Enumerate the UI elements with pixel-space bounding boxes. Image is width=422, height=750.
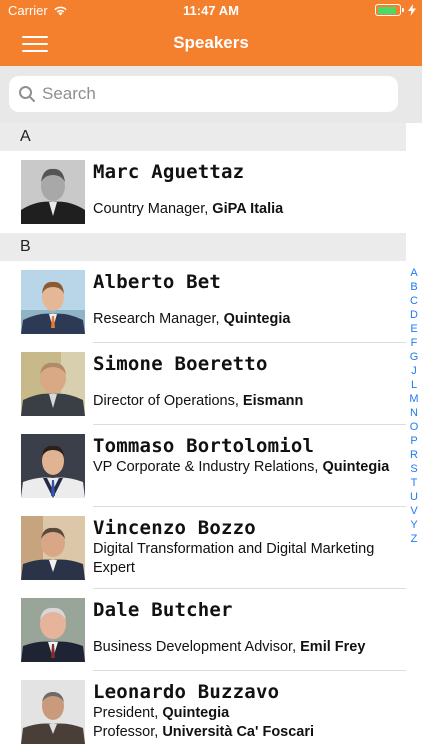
avatar	[21, 516, 85, 580]
index-letter-s[interactable]: S	[410, 462, 417, 476]
speaker-name: Leonardo Buzzavo	[93, 681, 280, 703]
index-letter-p[interactable]: P	[410, 434, 417, 448]
speaker-company: Quintegia	[162, 705, 230, 721]
speaker-row-dale-butcher[interactable]: Dale Butcher Business Development Adviso…	[0, 589, 406, 671]
speaker-role: President, Quintegia Professor, Universi…	[93, 705, 315, 740]
speaker-row-marc-aguettaz[interactable]: Marc Aguettaz Country Manager, GiPA Ital…	[0, 151, 406, 233]
index-letter-e[interactable]: E	[410, 322, 417, 336]
avatar	[21, 270, 85, 334]
index-letter-r[interactable]: R	[410, 448, 418, 462]
speaker-role: Director of Operations, Eismann	[93, 393, 304, 409]
speaker-name: Dale Butcher	[93, 599, 233, 621]
index-letter-v[interactable]: V	[410, 504, 417, 518]
index-letter-z[interactable]: Z	[411, 532, 418, 546]
speaker-row-tommaso-bortolomiol[interactable]: Tommaso Bortolomiol VP Corporate & Indus…	[0, 425, 406, 507]
charging-bolt-icon	[408, 4, 416, 16]
index-letter-y[interactable]: Y	[410, 518, 417, 532]
speaker-role: Country Manager, GiPA Italia	[93, 201, 284, 217]
speaker-company-2: Università Ca' Foscari	[162, 724, 315, 740]
index-letter-f[interactable]: F	[411, 336, 418, 350]
speaker-name: Vincenzo Bozzo	[93, 517, 256, 539]
section-header-a: A	[0, 123, 406, 151]
section-index: ABCDEFGJLMNOPRSTUVYZ	[406, 266, 422, 546]
speaker-role: Research Manager, Quintegia	[93, 311, 291, 327]
search-bar	[0, 66, 422, 123]
index-letter-o[interactable]: O	[410, 420, 419, 434]
speaker-name: Simone Boeretto	[93, 353, 268, 375]
search-icon	[19, 86, 35, 102]
speaker-name: Tommaso Bortolomiol	[93, 435, 315, 457]
search-field[interactable]	[9, 76, 398, 112]
speaker-name: Marc Aguettaz	[93, 161, 245, 183]
speaker-row-vincenzo-bozzo[interactable]: Vincenzo Bozzo Digital Transformation an…	[0, 507, 406, 589]
speaker-role: Business Development Advisor, Emil Frey	[93, 639, 366, 655]
battery-icon	[375, 4, 404, 16]
speaker-company: Emil Frey	[300, 639, 366, 655]
navigation-bar: Speakers	[0, 22, 422, 66]
avatar	[21, 434, 85, 498]
index-letter-n[interactable]: N	[410, 406, 418, 420]
avatar	[21, 352, 85, 416]
speaker-role: Digital Transformation and Digital Marke…	[93, 541, 375, 576]
search-input[interactable]	[42, 84, 382, 104]
page-title: Speakers	[173, 33, 249, 52]
index-letter-c[interactable]: C	[410, 294, 418, 308]
speaker-company: GiPA Italia	[212, 201, 284, 217]
speaker-company: Quintegia	[223, 311, 291, 327]
avatar	[21, 160, 85, 224]
speaker-company: Quintegia	[322, 459, 390, 475]
speaker-row-leonardo-buzzavo[interactable]: Leonardo Buzzavo President, Quintegia Pr…	[0, 671, 406, 750]
status-bar: Carrier 11:47 AM	[0, 0, 422, 22]
index-letter-g[interactable]: G	[410, 350, 419, 364]
index-letter-t[interactable]: T	[411, 476, 418, 490]
speaker-company: Eismann	[242, 393, 304, 409]
index-letter-u[interactable]: U	[410, 490, 418, 504]
index-letter-m[interactable]: M	[409, 392, 418, 406]
index-letter-j[interactable]: J	[411, 364, 417, 378]
speaker-row-alberto-bet[interactable]: Alberto Bet Research Manager, Quintegia	[0, 261, 406, 343]
speaker-role: VP Corporate & Industry Relations, Quint…	[93, 459, 390, 475]
index-letter-b[interactable]: B	[410, 280, 417, 294]
speaker-list: A Marc Aguettaz Country Manager, GiPA It…	[0, 123, 406, 750]
speaker-name: Alberto Bet	[93, 271, 222, 293]
section-header-b: B	[0, 233, 406, 261]
index-letter-a[interactable]: A	[410, 266, 417, 280]
status-time: 11:47 AM	[183, 3, 239, 18]
index-letter-l[interactable]: L	[411, 378, 417, 392]
avatar	[21, 598, 85, 662]
avatar	[21, 680, 85, 744]
speaker-row-simone-boeretto[interactable]: Simone Boeretto Director of Operations, …	[0, 343, 406, 425]
index-letter-d[interactable]: D	[410, 308, 418, 322]
